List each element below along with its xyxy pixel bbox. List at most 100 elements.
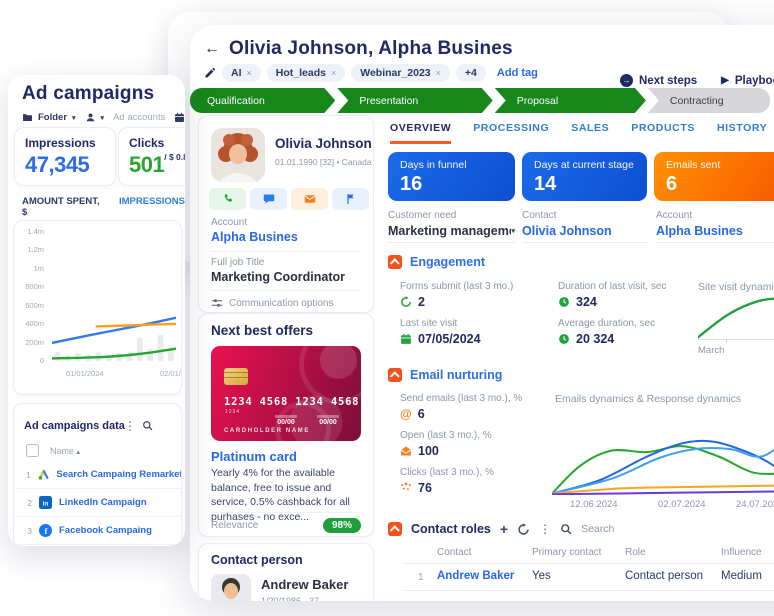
field-account: Account Alpha Busines bbox=[656, 210, 774, 243]
engagement-title: Engagement bbox=[410, 255, 486, 269]
call-button[interactable] bbox=[209, 188, 246, 210]
card-number: 1234 4568 1234 4568 bbox=[224, 396, 360, 408]
email-chart-xlabel: 12.06.2024 bbox=[570, 499, 618, 510]
job-title-label: Full job Title bbox=[211, 257, 265, 268]
pipeline-stage-contracting[interactable]: Contracting bbox=[647, 88, 770, 113]
campaign-row[interactable]: 4 Search Campaing bbox=[14, 545, 181, 546]
tab-history[interactable]: HISTORY bbox=[717, 122, 767, 144]
play-icon: ▶ bbox=[721, 75, 729, 86]
ad-chart-card: 1.4m 1.2m 1m 800m 600m 400m 200m 0 01/01/2024 0… bbox=[13, 220, 182, 395]
customer-need-select[interactable]: Marketing management ▾ bbox=[388, 224, 515, 243]
contact-record-panel: ← Olivia Johnson, Alpha Busines → Next s… bbox=[190, 25, 774, 601]
campaign-row[interactable]: 1 Search Campaing Remarketing bbox=[14, 461, 181, 489]
person-icon[interactable] bbox=[85, 112, 96, 123]
chevron-down-icon: ▾ bbox=[511, 228, 515, 235]
card-chip bbox=[224, 368, 248, 385]
next-steps-button[interactable]: → Next steps bbox=[620, 74, 697, 87]
role-contact-link[interactable]: Andrew Baker bbox=[437, 570, 514, 582]
add-role-button[interactable]: + bbox=[500, 521, 508, 537]
impressions-card: Impressions 47,345 bbox=[14, 127, 116, 186]
add-tag-button[interactable]: Add tag bbox=[497, 67, 538, 79]
campaign-row[interactable]: 2 in LinkedIn Campaign bbox=[14, 489, 181, 517]
relevance-badge: 98% bbox=[322, 518, 361, 533]
contact-person-name[interactable]: Andrew Baker bbox=[261, 577, 348, 592]
tag-pill[interactable]: AI × bbox=[222, 64, 261, 82]
email-nurturing-title: Email nurturing bbox=[410, 368, 503, 382]
stat-click-rate: Clicks (last 3 mo.), % 76 bbox=[400, 467, 494, 495]
clock-icon bbox=[559, 297, 569, 307]
cardholder-name: CARDHOLDER NAME bbox=[224, 428, 310, 434]
offer-product-link[interactable]: Platinum card bbox=[211, 449, 297, 464]
remove-tag-icon[interactable]: × bbox=[247, 68, 252, 78]
credit-card-image: 1234 4568 1234 4568 1234 00/00 00/00 CAR… bbox=[211, 346, 361, 441]
tab-overview[interactable]: OVERVIEW bbox=[390, 122, 452, 144]
field-customer-need: Customer need Marketing management ▾ bbox=[388, 210, 515, 243]
tag-pill[interactable]: Webinar_2023 × bbox=[351, 64, 450, 82]
role-primary: Yes bbox=[532, 570, 551, 582]
select-all-checkbox[interactable] bbox=[26, 444, 39, 457]
stat-open-rate: Open (last 3 mo.), % 100 bbox=[400, 430, 492, 458]
chevron-down-icon[interactable]: ▾ bbox=[72, 114, 76, 122]
sync-icon bbox=[401, 296, 411, 307]
more-tags-pill[interactable]: +4 bbox=[455, 64, 486, 82]
email-chart-xlabel: 24.07.2024 bbox=[736, 499, 774, 510]
contact-name: Olivia Johnson bbox=[275, 136, 372, 151]
row-number: 1 bbox=[418, 572, 424, 583]
col-influence: Influence bbox=[721, 547, 762, 558]
ad-accounts-filter[interactable]: Ad accounts bbox=[113, 112, 165, 123]
communication-options-button[interactable]: Communication options bbox=[211, 297, 334, 309]
divider bbox=[211, 251, 361, 252]
collapse-section-icon[interactable] bbox=[388, 255, 402, 269]
remove-tag-icon[interactable]: × bbox=[436, 68, 441, 78]
stat-last-site-visit: Last site visit 07/05/2024 bbox=[400, 318, 481, 346]
account-link[interactable]: Alpha Busines bbox=[656, 224, 743, 238]
ad-campaigns-table-card: Ad campaigns data ⋮ Name ▴ 1 Search Camp… bbox=[13, 403, 182, 546]
flag-button[interactable] bbox=[332, 188, 369, 210]
account-link[interactable]: Alpha Busines bbox=[211, 230, 298, 244]
roles-search-placeholder[interactable]: Search bbox=[581, 523, 614, 535]
stat-average-duration: Average duration, sec 20 324 bbox=[558, 318, 656, 346]
edit-tags-icon[interactable] bbox=[204, 67, 216, 79]
folder-filter[interactable]: Folder bbox=[38, 112, 67, 123]
campaign-row[interactable]: 3 f Facebook Campaing bbox=[14, 517, 181, 545]
google-ads-icon bbox=[38, 470, 49, 480]
tab-sales[interactable]: SALES bbox=[571, 122, 609, 144]
collapse-section-icon[interactable] bbox=[388, 522, 402, 536]
role-role: Contact person bbox=[625, 570, 703, 582]
tag-pill[interactable]: Hot_leads × bbox=[266, 64, 346, 82]
search-icon[interactable] bbox=[142, 420, 153, 431]
kpi-days-at-stage: Days at current stage 14 bbox=[522, 152, 647, 201]
calendar-icon bbox=[401, 333, 411, 344]
stat-send-emails: Send emails (last 3 mo.), % @ 6 bbox=[400, 393, 523, 421]
sliders-icon bbox=[211, 299, 223, 307]
chevron-down-icon[interactable]: ▾ bbox=[101, 114, 105, 122]
clock-icon bbox=[559, 334, 569, 344]
tab-products[interactable]: PRODUCTS bbox=[631, 122, 695, 144]
email-button[interactable] bbox=[291, 188, 328, 210]
collapse-section-icon[interactable] bbox=[388, 368, 402, 382]
chat-button[interactable] bbox=[250, 188, 287, 210]
kebab-menu-icon[interactable]: ⋮ bbox=[539, 523, 551, 535]
back-icon[interactable]: ← bbox=[204, 40, 220, 58]
remove-tag-icon[interactable]: × bbox=[331, 68, 336, 78]
chart-axis bbox=[698, 339, 774, 340]
contact-person-meta: 1/20/1986 · 37 bbox=[261, 596, 320, 601]
contact-roles-title: Contact roles bbox=[411, 522, 491, 536]
pipeline-stage-presentation[interactable]: Presentation bbox=[337, 88, 492, 113]
kebab-menu-icon[interactable]: ⋮ bbox=[124, 420, 136, 432]
contact-link[interactable]: Olivia Johnson bbox=[522, 224, 612, 238]
column-name[interactable]: Name ▴ bbox=[50, 446, 80, 456]
playbook-button[interactable]: ▶ Playbook bbox=[721, 75, 774, 87]
col-contact: Contact bbox=[437, 547, 472, 558]
tab-processing[interactable]: PROCESSING bbox=[473, 122, 549, 144]
contact-avatar bbox=[211, 128, 265, 182]
search-icon[interactable] bbox=[560, 523, 572, 535]
refresh-icon[interactable] bbox=[517, 522, 530, 536]
field-contact: Contact Olivia Johnson bbox=[522, 210, 649, 243]
relevance-label: Relevance bbox=[211, 520, 259, 531]
x-axis-label: 02/01/2024 bbox=[160, 369, 181, 378]
table-title: Ad campaigns data bbox=[24, 420, 125, 432]
y-axis-ticks: 1.4m 1.2m 1m 800m 600m 400m 200m 0 bbox=[25, 227, 44, 365]
pipeline-stage-proposal[interactable]: Proposal bbox=[495, 88, 646, 113]
pipeline-stage-qualification[interactable]: Qualification bbox=[190, 88, 335, 113]
